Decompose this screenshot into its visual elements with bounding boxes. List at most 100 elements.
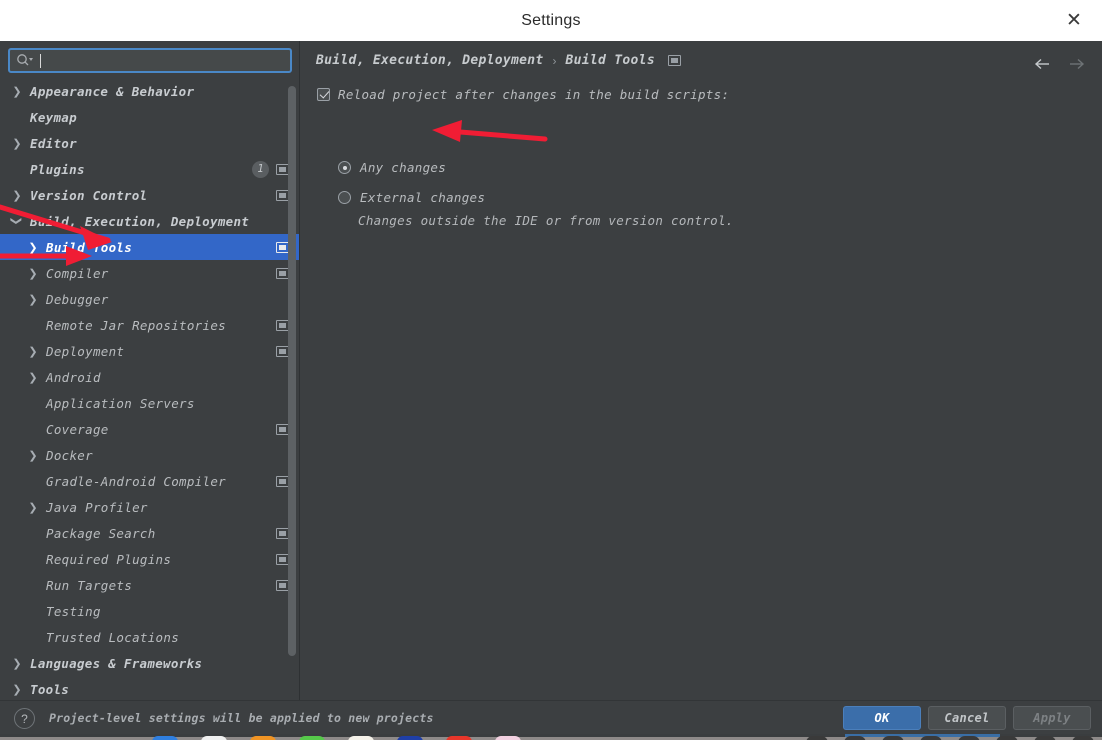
settings-category-tree[interactable]: ❯ Appearance & Behavior Keymap ❯ Editor Plugi…: [0, 78, 299, 700]
chevron-right-icon[interactable]: ❯: [10, 78, 24, 104]
back-arrow-icon[interactable]: [1030, 52, 1054, 76]
close-icon[interactable]: ✕: [1054, 0, 1094, 41]
sidebar-item-package-search[interactable]: Package Search: [0, 520, 299, 546]
tray-icon[interactable]: [844, 736, 866, 740]
chevron-right-icon[interactable]: ❯: [10, 676, 24, 700]
chevron-right-icon[interactable]: ❯: [26, 442, 40, 468]
dock-icon[interactable]: [446, 736, 472, 740]
sidebar-item-coverage[interactable]: Coverage: [0, 416, 299, 442]
radio-row-external-changes[interactable]: External changes: [338, 190, 485, 205]
sidebar-item-application-servers[interactable]: Application Servers: [0, 390, 299, 416]
sidebar-item-languages-frameworks[interactable]: ❯ Languages & Frameworks: [0, 650, 299, 676]
sidebar-item-build-tools[interactable]: ❯ Build Tools: [0, 234, 299, 260]
tray-icon[interactable]: [806, 736, 828, 740]
chevron-right-icon[interactable]: ❯: [26, 364, 40, 390]
sidebar-item-build-execution-deployment[interactable]: ❯ Build, Execution, Deployment: [0, 208, 299, 234]
help-icon[interactable]: ?: [14, 708, 35, 729]
sidebar-item-run-targets[interactable]: Run Targets: [0, 572, 299, 598]
tray-icon[interactable]: [920, 736, 942, 740]
sidebar-item-java-profiler[interactable]: ❯ Java Profiler: [0, 494, 299, 520]
sidebar-item-version-control[interactable]: ❯ Version Control: [0, 182, 299, 208]
chevron-right-icon[interactable]: ❯: [10, 182, 24, 208]
sidebar-item-editor[interactable]: ❯ Editor: [0, 130, 299, 156]
sidebar-item-label: Debugger: [46, 291, 109, 307]
dock-icon[interactable]: [201, 736, 227, 740]
sidebar-item-plugins[interactable]: Plugins 1: [0, 156, 299, 182]
sidebar-item-label: Android: [46, 369, 101, 385]
settings-sidebar: ❯ Appearance & Behavior Keymap ❯ Editor Plugi…: [0, 41, 300, 700]
dock-icon[interactable]: [152, 736, 178, 740]
dock-icon[interactable]: [250, 736, 276, 740]
os-taskbar[interactable]: [0, 734, 1102, 740]
radio-any-changes[interactable]: [338, 161, 351, 174]
dock-icon[interactable]: [299, 736, 325, 740]
breadcrumb-separator: ›: [552, 53, 557, 68]
ok-button[interactable]: OK: [843, 706, 921, 730]
sidebar-item-label: Languages & Frameworks: [30, 655, 203, 671]
sidebar-item-testing[interactable]: Testing: [0, 598, 299, 624]
chevron-right-icon[interactable]: ❯: [26, 260, 40, 286]
radio-external-changes-label: External changes: [360, 190, 486, 205]
search-icon: [16, 53, 34, 69]
chevron-right-icon[interactable]: ❯: [26, 494, 40, 520]
sidebar-item-keymap[interactable]: Keymap: [0, 104, 299, 130]
radio-row-any-changes[interactable]: Any changes: [338, 160, 446, 175]
tray-icon[interactable]: [1034, 736, 1056, 740]
sidebar-item-trusted-locations[interactable]: Trusted Locations: [0, 624, 299, 650]
dock-icon[interactable]: [495, 736, 521, 740]
search-box[interactable]: [8, 48, 292, 73]
sidebar-item-label: Version Control: [30, 187, 148, 203]
sidebar-item-android[interactable]: ❯ Android: [0, 364, 299, 390]
tray-icon[interactable]: [958, 736, 980, 740]
sidebar-item-required-plugins[interactable]: Required Plugins: [0, 546, 299, 572]
settings-dialog-window: Settings ✕ ❯ Appearance & Behavior Keyma…: [0, 0, 1102, 740]
chevron-right-icon[interactable]: ❯: [10, 130, 24, 156]
sidebar-scrollbar-thumb[interactable]: [288, 86, 296, 656]
navigation-arrows: [1030, 52, 1088, 76]
chevron-down-icon[interactable]: ❯: [4, 214, 30, 228]
dock-icon[interactable]: [397, 736, 423, 740]
breadcrumb-parent[interactable]: Build, Execution, Deployment: [316, 53, 544, 68]
chevron-right-icon[interactable]: ❯: [26, 338, 40, 364]
chevron-right-icon[interactable]: ❯: [10, 650, 24, 676]
sidebar-item-debugger[interactable]: ❯ Debugger: [0, 286, 299, 312]
search-input[interactable]: [41, 53, 290, 68]
sidebar-item-label: Java Profiler: [46, 499, 148, 515]
reload-project-checkbox-row[interactable]: Reload project after changes in the buil…: [317, 87, 729, 102]
sidebar-item-label: Tools: [30, 681, 70, 697]
sidebar-item-docker[interactable]: ❯ Docker: [0, 442, 299, 468]
settings-content-panel: Build, Execution, Deployment › Build Too…: [301, 41, 1102, 700]
tray-icon[interactable]: [1072, 736, 1094, 740]
chevron-right-icon[interactable]: ❯: [26, 234, 40, 260]
sidebar-item-remote-jar-repositories[interactable]: Remote Jar Repositories: [0, 312, 299, 338]
sidebar-item-label: Build, Execution, Deployment: [30, 213, 250, 229]
sidebar-item-deployment[interactable]: ❯ Deployment: [0, 338, 299, 364]
sidebar-item-appearance-behavior[interactable]: ❯ Appearance & Behavior: [0, 78, 299, 104]
radio-any-changes-label: Any changes: [360, 160, 447, 175]
sidebar-item-label: Package Search: [46, 525, 156, 541]
dock-icon[interactable]: [348, 736, 374, 740]
sidebar-item-label: Coverage: [46, 421, 109, 437]
forward-arrow-icon[interactable]: [1064, 52, 1088, 76]
sidebar-item-compiler[interactable]: ❯ Compiler: [0, 260, 299, 286]
sidebar-item-label: Deployment: [46, 343, 125, 359]
sidebar-item-tools[interactable]: ❯ Tools: [0, 676, 299, 700]
breadcrumb-current: Build Tools: [565, 53, 655, 68]
cancel-button[interactable]: Cancel: [928, 706, 1006, 730]
sidebar-item-label: Compiler: [46, 265, 109, 281]
radio-external-changes[interactable]: [338, 191, 351, 204]
plugin-update-badge: 1: [252, 160, 269, 178]
sidebar-item-gradle-android-compiler[interactable]: Gradle-Android Compiler: [0, 468, 299, 494]
tray-icon[interactable]: [882, 736, 904, 740]
reload-project-label: Reload project after changes in the buil…: [338, 87, 730, 102]
tray-icon[interactable]: [996, 736, 1018, 740]
dialog-bottom-bar: ? Project-level settings will be applied…: [0, 700, 1102, 734]
reload-project-checkbox[interactable]: [317, 88, 330, 101]
chevron-right-icon[interactable]: ❯: [26, 286, 40, 312]
